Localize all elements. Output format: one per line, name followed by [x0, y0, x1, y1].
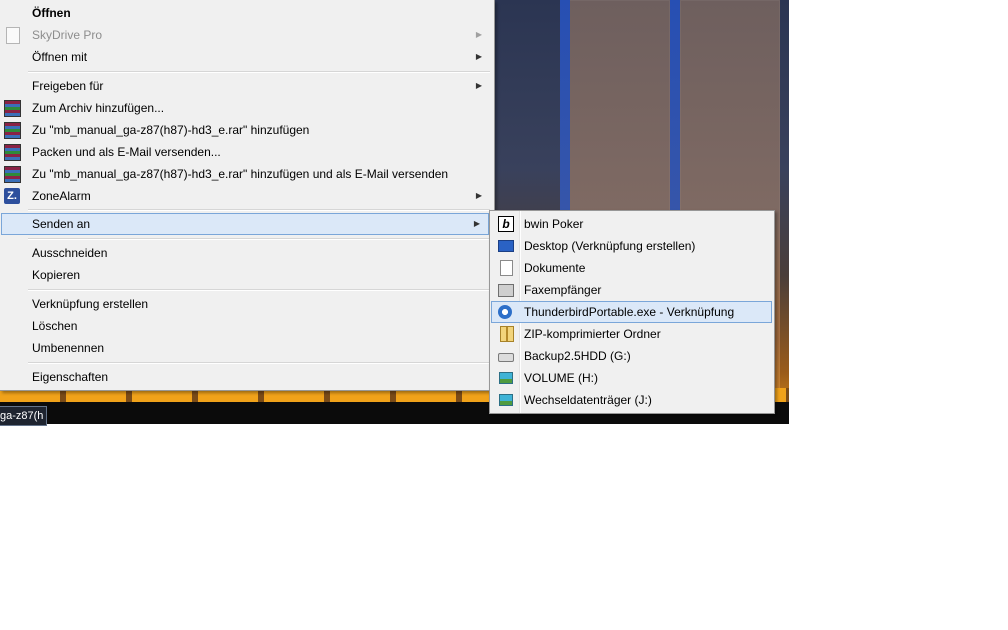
send-to-bwin-poker[interactable]: b bwin Poker [492, 213, 770, 235]
menu-item-zonealarm[interactable]: Z. ZoneAlarm ▶ [2, 185, 490, 207]
context-menu: Öffnen SkyDrive Pro ▶ Öffnen mit ▶ Freig… [0, 0, 495, 391]
menu-item-properties[interactable]: Eigenschaften [2, 366, 490, 388]
submenu-arrow-icon: ▶ [475, 81, 482, 90]
menu-item-label: Umbenennen [32, 341, 105, 355]
taskbar-file-label[interactable]: ga-z87(h [0, 406, 48, 426]
menu-item-send-to[interactable]: Senden an ▶ [1, 213, 489, 235]
submenu-item-label: ThunderbirdPortable.exe - Verknüpfung [524, 305, 735, 319]
submenu-item-label: Faxempfänger [524, 283, 602, 297]
thunderbird-icon [498, 305, 512, 319]
send-to-desktop[interactable]: Desktop (Verknüpfung erstellen) [492, 235, 770, 257]
send-to-fax-recipient[interactable]: Faxempfänger [492, 279, 770, 301]
menu-item-label: Verknüpfung erstellen [32, 297, 149, 311]
removable-drive-icon [499, 394, 513, 406]
submenu-item-label: VOLUME (H:) [524, 371, 599, 385]
winrar-icon [4, 122, 21, 139]
submenu-item-label: Backup2.5HDD (G:) [524, 349, 631, 363]
menu-item-label: Ausschneiden [32, 246, 108, 260]
submenu-arrow-icon: ▶ [475, 52, 482, 61]
removable-drive-icon [499, 372, 513, 384]
zip-folder-icon [500, 326, 514, 342]
menu-item-label: Löschen [32, 319, 78, 333]
menu-item-share-with[interactable]: Freigeben für ▶ [2, 75, 490, 97]
menu-item-delete[interactable]: Löschen [2, 315, 490, 337]
menu-separator [28, 209, 490, 211]
send-to-removable-j[interactable]: Wechseldatenträger (J:) [492, 389, 770, 411]
winrar-icon [4, 144, 21, 161]
menu-item-add-to-archive[interactable]: Zum Archiv hinzufügen... [2, 97, 490, 119]
submenu-item-label: bwin Poker [524, 217, 584, 231]
menu-item-label: Senden an [32, 217, 91, 231]
menu-item-rename[interactable]: Umbenennen [2, 337, 490, 359]
menu-item-add-to-rar-and-email[interactable]: Zu "mb_manual_ga-z87(h87)-hd3_e.rar" hin… [2, 163, 490, 185]
submenu-item-label: Wechseldatenträger (J:) [524, 393, 652, 407]
menu-item-cut[interactable]: Ausschneiden [2, 242, 490, 264]
winrar-icon [4, 100, 21, 117]
menu-separator [28, 289, 490, 291]
file-icon [6, 27, 20, 44]
submenu-item-label: Dokumente [524, 261, 586, 275]
menu-item-label: Kopieren [32, 268, 81, 282]
submenu-arrow-icon: ▶ [473, 219, 480, 228]
desktop-icon [498, 240, 514, 252]
menu-item-open[interactable]: Öffnen [2, 2, 490, 24]
menu-item-label: Öffnen [32, 6, 71, 20]
bwin-icon: b [498, 216, 514, 232]
menu-item-open-with[interactable]: Öffnen mit ▶ [2, 46, 490, 68]
send-to-zip-folder[interactable]: ZIP-komprimierter Ordner [492, 323, 770, 345]
menu-item-label: Öffnen mit [32, 50, 88, 64]
menu-item-label: Zu "mb_manual_ga-z87(h87)-hd3_e.rar" hin… [32, 123, 310, 137]
submenu-arrow-icon: ▶ [475, 30, 482, 39]
menu-separator [28, 362, 490, 364]
menu-item-label: Zum Archiv hinzufügen... [32, 101, 165, 115]
winrar-icon [4, 166, 21, 183]
submenu-arrow-icon: ▶ [475, 191, 482, 200]
menu-separator [28, 238, 490, 240]
zonealarm-icon: Z. [4, 188, 20, 204]
menu-separator [28, 71, 490, 73]
submenu-item-label: ZIP-komprimierter Ordner [524, 327, 661, 341]
menu-item-label: Zu "mb_manual_ga-z87(h87)-hd3_e.rar" hin… [32, 167, 449, 181]
send-to-thunderbird[interactable]: ThunderbirdPortable.exe - Verknüpfung [491, 301, 772, 323]
menu-item-add-to-rar[interactable]: Zu "mb_manual_ga-z87(h87)-hd3_e.rar" hin… [2, 119, 490, 141]
fax-icon [498, 284, 514, 297]
menu-item-create-shortcut[interactable]: Verknüpfung erstellen [2, 293, 490, 315]
send-to-backup-drive[interactable]: Backup2.5HDD (G:) [492, 345, 770, 367]
document-icon [500, 260, 513, 276]
menu-item-label: SkyDrive Pro [32, 28, 103, 42]
menu-item-label: Packen und als E-Mail versenden... [32, 145, 221, 159]
send-to-documents[interactable]: Dokumente [492, 257, 770, 279]
send-to-volume-h[interactable]: VOLUME (H:) [492, 367, 770, 389]
menu-item-label: Eigenschaften [32, 370, 109, 384]
hard-drive-icon [498, 353, 514, 362]
menu-item-pack-and-email[interactable]: Packen und als E-Mail versenden... [2, 141, 490, 163]
menu-item-label: Freigeben für [32, 79, 104, 93]
submenu-item-label: Desktop (Verknüpfung erstellen) [524, 239, 696, 253]
menu-item-label: ZoneAlarm [32, 189, 91, 203]
menu-item-copy[interactable]: Kopieren [2, 264, 490, 286]
menu-item-skydrive-pro[interactable]: SkyDrive Pro ▶ [2, 24, 490, 46]
send-to-submenu: b bwin Poker Desktop (Verknüpfung erstel… [489, 210, 775, 414]
